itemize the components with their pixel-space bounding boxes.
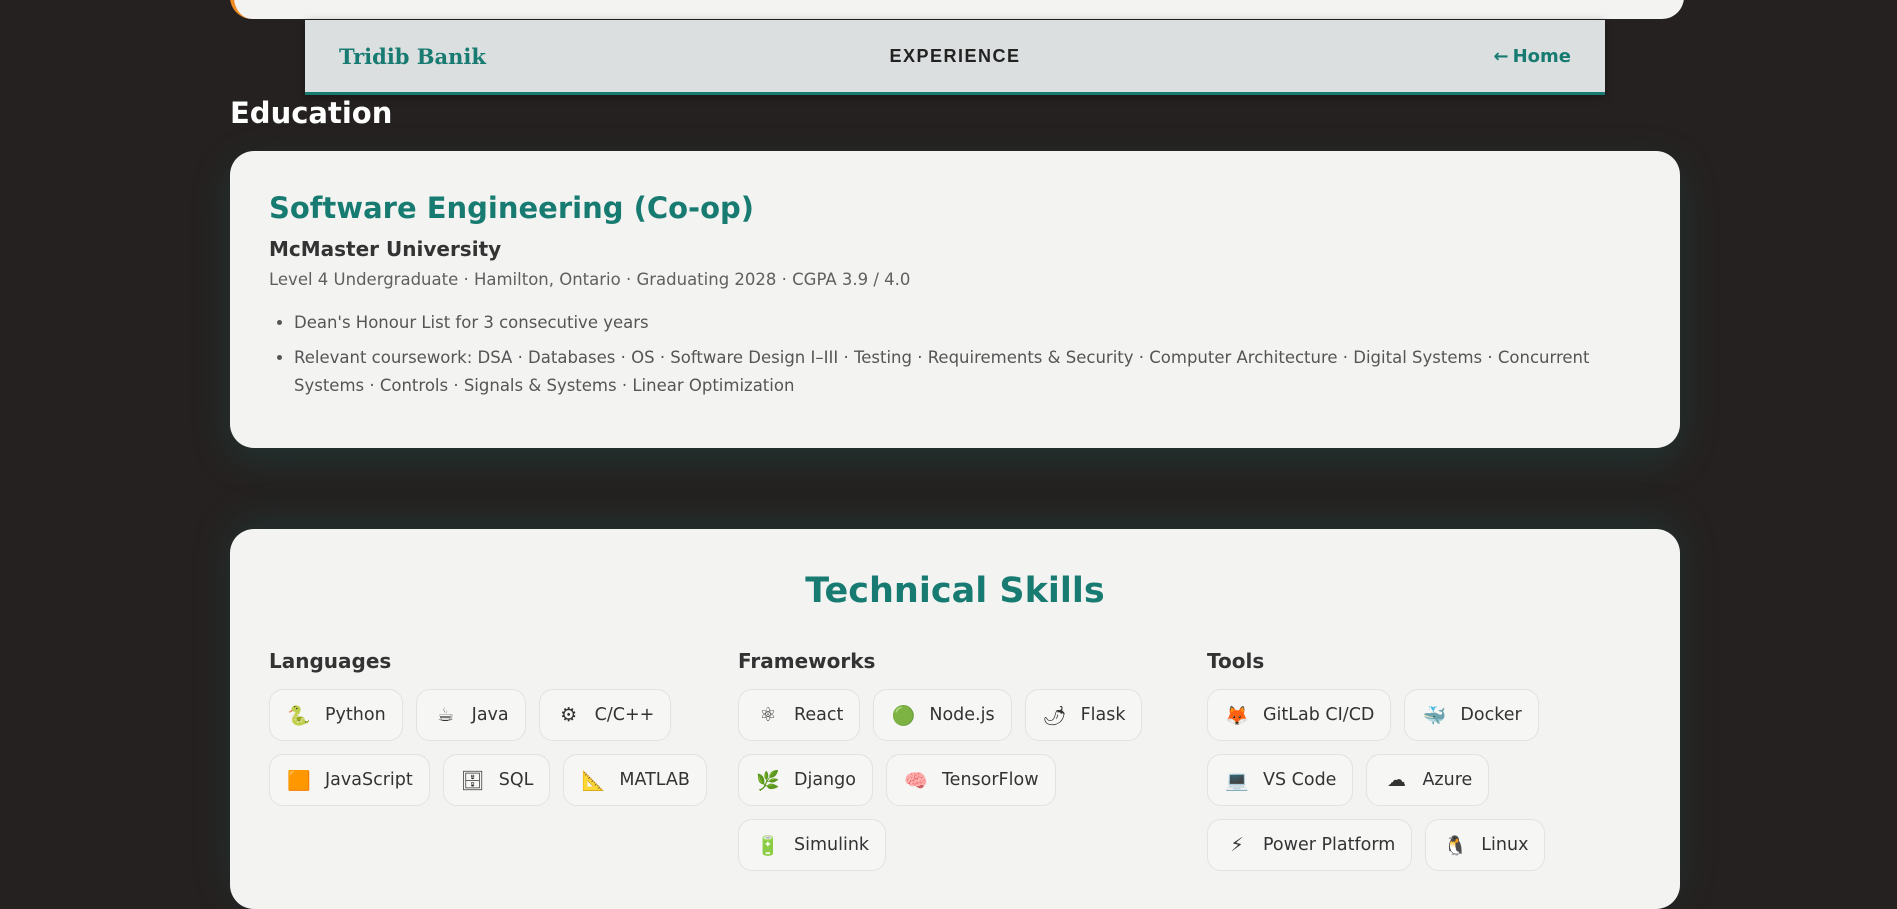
- skill-label: JavaScript: [325, 770, 413, 790]
- languages-chips: 🐍 Python ☕ Java ⚙ C/C++ 🟧 JavaScript 🗄 SQL 📐 M…: [269, 689, 709, 806]
- education-meta: Level 4 Undergraduate · Hamilton, Ontari…: [269, 270, 911, 289]
- skill-chip-vscode: 💻 VS Code: [1207, 754, 1354, 806]
- frameworks-chips: ⚛ React 🟢 Node.js 🌶 Flask 🌿 Django 🧠 TensorFl…: [738, 689, 1178, 871]
- skill-chip-cpp: ⚙ C/C++: [538, 689, 672, 741]
- herb-icon: 🌿: [756, 769, 780, 792]
- skill-label: Linux: [1481, 835, 1529, 855]
- orange-square-icon: 🟧: [287, 769, 311, 792]
- hot-pepper-icon: 🌶: [1042, 704, 1067, 727]
- skill-label: Power Platform: [1263, 835, 1396, 855]
- snake-icon: 🐍: [287, 704, 311, 727]
- battery-icon: 🔋: [756, 834, 780, 857]
- skills-card: Technical Skills Languages 🐍 Python ☕ Java…: [230, 529, 1680, 909]
- skill-chip-tensorflow: 🧠 TensorFlow: [885, 754, 1056, 806]
- skill-label: Simulink: [794, 835, 870, 855]
- top-navbar: Tridib Banik EXPERIENCE ← Home: [305, 20, 1605, 95]
- skill-label: React: [794, 705, 844, 725]
- file-cabinet-icon: 🗄: [460, 769, 485, 792]
- honours-item: Dean's Honour List for 3 consecutive yea…: [294, 309, 1641, 337]
- tools-heading: Tools: [1207, 649, 1265, 673]
- coursework-item: Relevant coursework: DSA · Databases · O…: [294, 344, 1641, 400]
- cloud-icon: ☁: [1386, 769, 1406, 791]
- skill-label: Java: [471, 705, 509, 725]
- skill-label: TensorFlow: [941, 770, 1039, 790]
- education-card: Software Engineering (Co-op) McMaster Un…: [230, 151, 1680, 448]
- languages-heading: Languages: [269, 649, 392, 673]
- skill-label: MATLAB: [619, 770, 690, 790]
- skill-chip-nodejs: 🟢 Node.js: [873, 689, 1012, 741]
- tools-chips: 🦊 GitLab CI/CD 🐳 Docker 💻 VS Code ☁ Azure ⚡ P…: [1207, 689, 1647, 871]
- coffee-icon: ☕: [437, 704, 455, 726]
- skill-label: Node.js: [929, 705, 995, 725]
- languages-column: Languages 🐍 Python ☕ Java ⚙ C/C++ 🟧 JavaScri…: [269, 649, 709, 806]
- brain-icon: 🧠: [904, 769, 928, 792]
- skill-label: C/C++: [594, 705, 655, 725]
- triangular-ruler-icon: 📐: [581, 769, 606, 792]
- skill-chip-docker: 🐳 Docker: [1404, 689, 1539, 741]
- whale-icon: 🐳: [1422, 704, 1447, 727]
- skill-label: Python: [325, 705, 386, 725]
- skill-chip-gitlab: 🦊 GitLab CI/CD: [1207, 689, 1392, 741]
- skill-chip-flask: 🌶 Flask: [1024, 689, 1143, 741]
- page-title: EXPERIENCE: [889, 46, 1021, 66]
- frameworks-column: Frameworks ⚛ React 🟢 Node.js 🌶 Flask 🌿 Djang…: [738, 649, 1178, 871]
- school-name: McMaster University: [269, 237, 502, 261]
- skill-chip-simulink: 🔋 Simulink: [738, 819, 887, 871]
- previous-section-card: [230, 0, 1684, 19]
- home-link[interactable]: ← Home: [1494, 46, 1572, 67]
- penguin-icon: 🐧: [1443, 834, 1468, 857]
- tools-column: Tools 🦊 GitLab CI/CD 🐳 Docker 💻 VS Code ☁ Az…: [1207, 649, 1647, 871]
- lightning-icon: ⚡: [1230, 834, 1244, 856]
- skill-chip-python: 🐍 Python: [269, 689, 403, 741]
- laptop-icon: 💻: [1225, 769, 1249, 792]
- skill-chip-javascript: 🟧 JavaScript: [269, 754, 430, 806]
- left-arrow-icon: ←: [1493, 46, 1509, 67]
- skill-chip-java: ☕ Java: [415, 689, 526, 741]
- skill-label: GitLab CI/CD: [1263, 705, 1375, 725]
- skill-chip-django: 🌿 Django: [738, 754, 873, 806]
- skill-chip-matlab: 📐 MATLAB: [563, 754, 707, 806]
- skill-label: Django: [794, 770, 856, 790]
- skill-chip-react: ⚛ React: [738, 689, 861, 741]
- skill-chip-power-platform: ⚡ Power Platform: [1207, 819, 1413, 871]
- skill-chip-azure: ☁ Azure: [1366, 754, 1490, 806]
- skills-title: Technical Skills: [805, 571, 1105, 611]
- skill-label: Azure: [1422, 770, 1473, 790]
- degree-title: Software Engineering (Co-op): [269, 191, 755, 225]
- skill-label: Docker: [1460, 705, 1522, 725]
- green-circle-icon: 🟢: [891, 704, 916, 727]
- skill-chip-linux: 🐧 Linux: [1425, 819, 1546, 871]
- atom-icon: ⚛: [759, 704, 777, 726]
- skill-label: Flask: [1080, 705, 1126, 725]
- education-highlights: Dean's Honour List for 3 consecutive yea…: [269, 309, 1641, 400]
- skill-label: VS Code: [1263, 770, 1337, 790]
- education-heading: Education: [230, 96, 393, 130]
- gear-icon: ⚙: [560, 704, 578, 726]
- home-link-label: Home: [1512, 46, 1571, 67]
- skill-label: SQL: [498, 770, 534, 790]
- fox-icon: 🦊: [1225, 704, 1249, 727]
- skill-chip-sql: 🗄 SQL: [442, 754, 551, 806]
- frameworks-heading: Frameworks: [738, 649, 876, 673]
